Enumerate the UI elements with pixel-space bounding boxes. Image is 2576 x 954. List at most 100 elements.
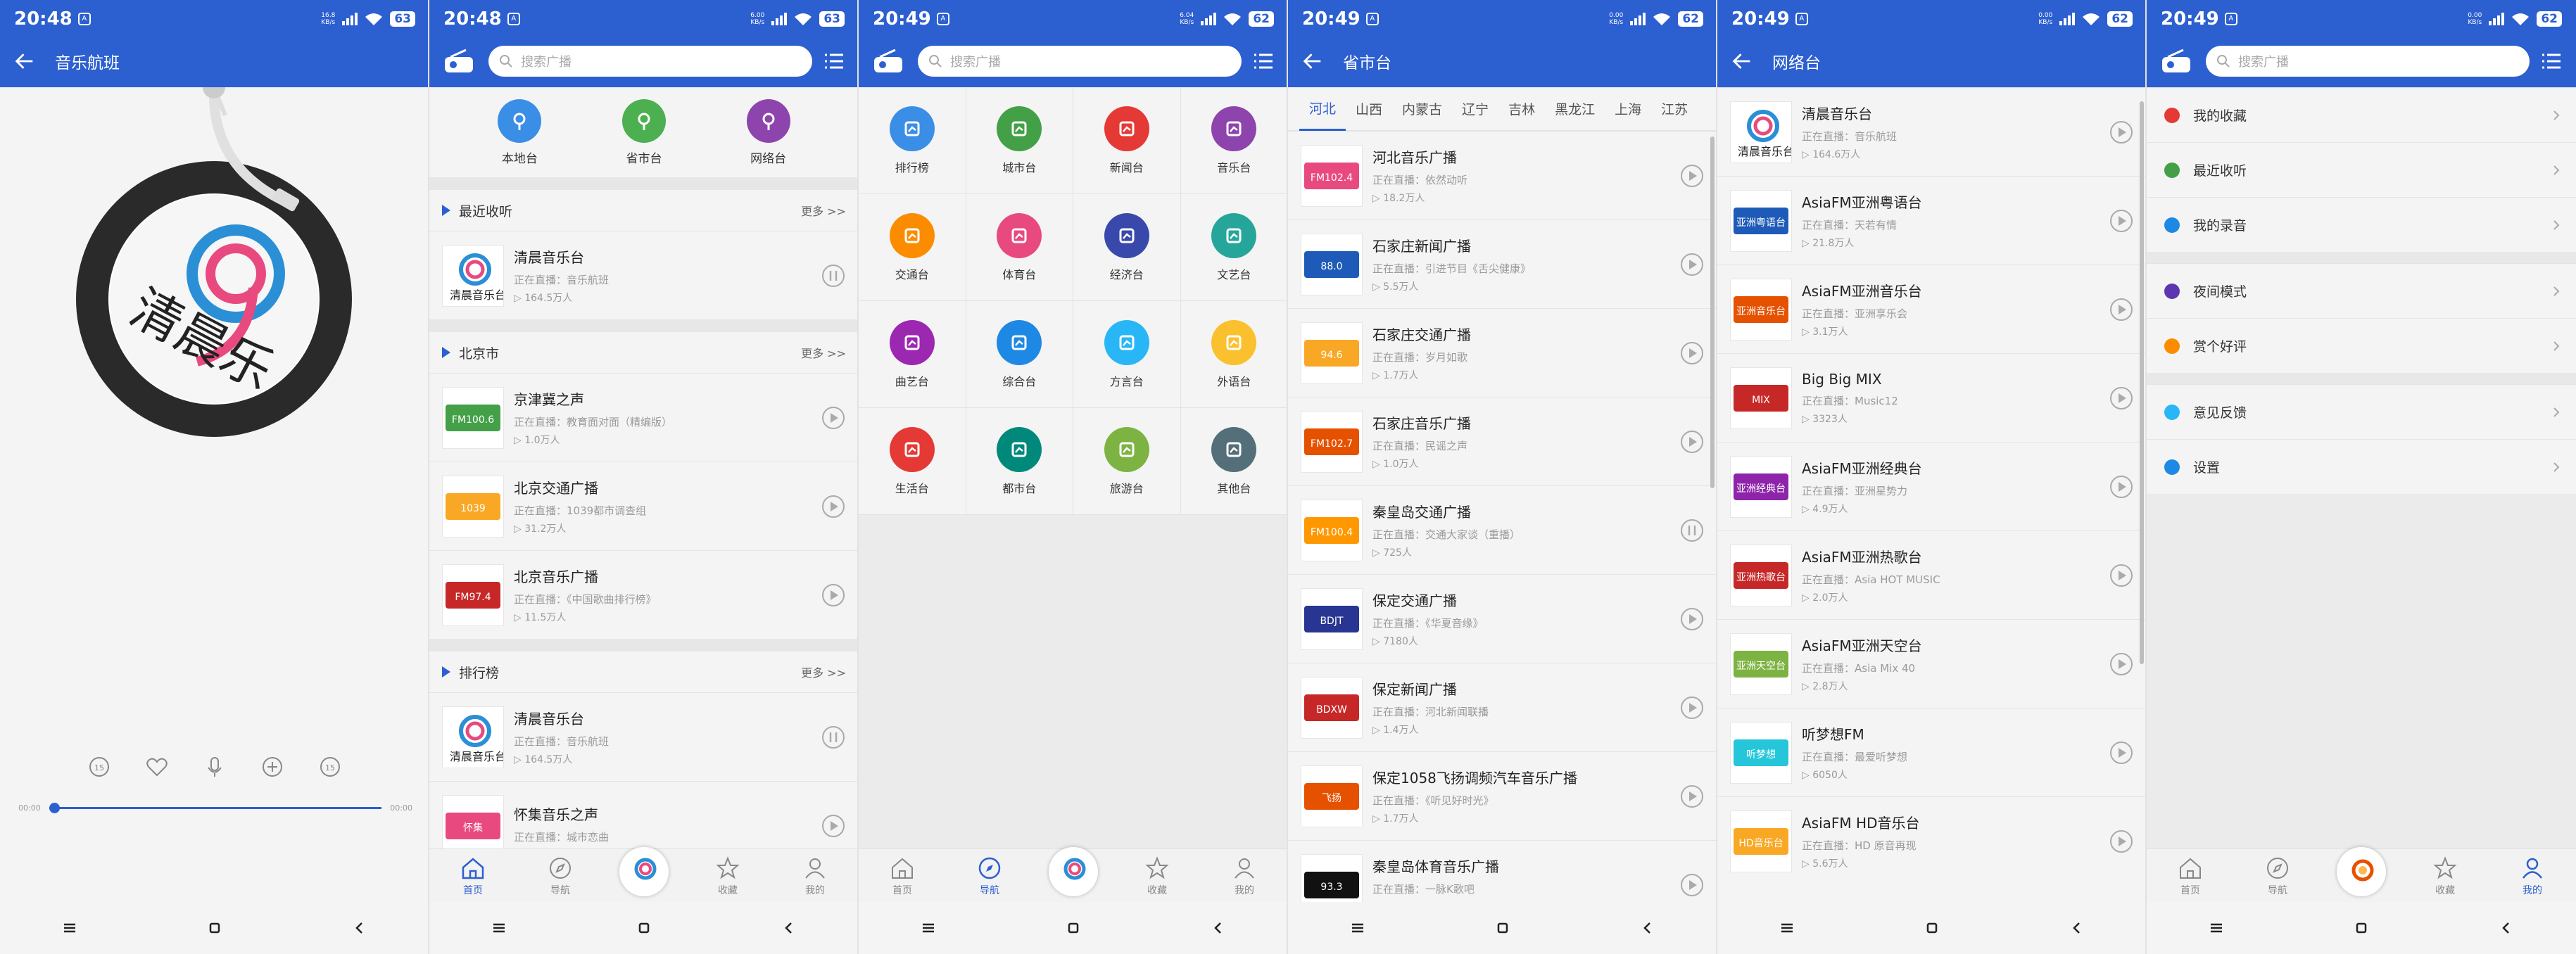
recents-icon[interactable] <box>2207 919 2225 937</box>
station-row[interactable]: BDJT 保定交通广播 正在直播：《华夏音缘》 ▷ 7180人 <box>1288 574 1716 663</box>
grid-item-opera[interactable]: 曲艺台 <box>859 301 966 408</box>
menu-item-heart[interactable]: 我的收藏 <box>2147 87 2576 142</box>
category-location[interactable]: 本地台 <box>498 98 542 166</box>
back-arrow-icon[interactable] <box>13 49 37 73</box>
home-icon[interactable] <box>2352 919 2370 937</box>
menu-list-icon[interactable] <box>2539 49 2563 73</box>
forward-15-icon[interactable]: 15 <box>317 754 343 780</box>
category-radio-wave[interactable]: 网络台 <box>746 98 790 166</box>
play-icon[interactable] <box>1679 695 1705 720</box>
station-row[interactable]: 亚洲天空台 AsiaFM亚洲天空台 正在直播：Asia Mix 40 ▷ 2.8万人 <box>1717 619 2145 708</box>
pause-icon[interactable] <box>821 263 846 288</box>
province-tab[interactable]: 河北 <box>1299 87 1346 131</box>
radio-icon[interactable] <box>871 47 905 75</box>
play-icon[interactable] <box>1679 429 1705 454</box>
station-row[interactable]: FM100.6 京津冀之声 正在直播：教育面对面（精编版） ▷ 1.0万人 <box>429 373 857 462</box>
play-icon[interactable] <box>821 813 846 839</box>
station-row[interactable]: 1039 北京交通广播 正在直播：1039都市调查组 ▷ 31.2万人 <box>429 462 857 550</box>
back-icon[interactable] <box>1639 919 1657 937</box>
progress-bar[interactable]: 00:00 00:00 <box>18 799 412 816</box>
menu-list-icon[interactable] <box>1251 49 1275 73</box>
grid-item-pen[interactable]: 文艺台 <box>1180 194 1287 301</box>
progress-track[interactable] <box>49 802 382 813</box>
station-row[interactable]: FM100.4 秦皇岛交通广播 正在直播：交通大家谈（重播） ▷ 725人 <box>1288 485 1716 574</box>
home-icon[interactable] <box>206 919 224 937</box>
play-icon[interactable] <box>2109 474 2134 500</box>
station-row[interactable]: 飞扬 保定1058飞扬调频汽车音乐广播 正在直播：《听见好时光》 ▷ 1.7万人 <box>1288 751 1716 840</box>
play-icon[interactable] <box>2109 120 2134 145</box>
search-input[interactable]: 搜索广播 <box>918 46 1242 77</box>
province-tab[interactable]: 上海 <box>1605 87 1651 131</box>
home-icon[interactable] <box>1923 919 1941 937</box>
grid-item-tv[interactable]: 综合台 <box>966 301 1073 408</box>
tab-home[interactable]: 首页 <box>2162 855 2218 897</box>
back-arrow-icon[interactable] <box>1301 49 1325 73</box>
station-row[interactable]: 清晨音乐台 清晨音乐台 正在直播：音乐航班 ▷ 164.5万人 <box>429 692 857 781</box>
grid-item-city[interactable]: 都市台 <box>966 408 1073 515</box>
menu-item-moon[interactable]: 夜间模式 <box>2147 263 2576 318</box>
tab-mine[interactable]: 我的 <box>2504 855 2561 897</box>
more-link[interactable]: 更多 >> <box>801 344 846 361</box>
back-icon[interactable] <box>1209 919 1227 937</box>
province-tab[interactable]: 内蒙古 <box>1392 87 1452 131</box>
grid-item-bank[interactable]: 城市台 <box>966 87 1073 194</box>
recents-icon[interactable] <box>1778 919 1796 937</box>
menu-item-thumb[interactable]: 赏个好评 <box>2147 318 2576 373</box>
tab-home[interactable]: 首页 <box>874 855 930 897</box>
station-row[interactable]: 亚洲音乐台 AsiaFM亚洲音乐台 正在直播：亚洲享乐会 ▷ 3.1万人 <box>1717 265 2145 353</box>
station-row[interactable]: 清晨音乐台 清晨音乐台 正在直播：音乐航班 ▷ 164.6万人 <box>1717 87 2145 176</box>
station-row[interactable]: 亚洲热歌台 AsiaFM亚洲热歌台 正在直播：Asia HOT MUSIC ▷ 2.0… <box>1717 530 2145 619</box>
tab-mine[interactable]: 我的 <box>1216 855 1273 897</box>
recents-icon[interactable] <box>61 919 79 937</box>
back-icon[interactable] <box>2497 919 2515 937</box>
grid-item-plane[interactable]: 旅游台 <box>1073 408 1181 515</box>
grid-item-cup[interactable]: 生活台 <box>859 408 966 515</box>
grid-item-economy[interactable]: 经济台 <box>1073 194 1181 301</box>
now-playing-button[interactable] <box>2337 846 2386 896</box>
back-icon[interactable] <box>2068 919 2086 937</box>
scrollbar[interactable] <box>2140 101 2144 664</box>
play-icon[interactable] <box>2109 208 2134 234</box>
province-tab[interactable]: 江苏 <box>1651 87 1698 131</box>
home-icon[interactable] <box>635 919 653 937</box>
play-icon[interactable] <box>1679 163 1705 189</box>
station-row[interactable]: FM97.4 北京音乐广播 正在直播：《中国歌曲排行榜》 ▷ 11.5万人 <box>429 550 857 639</box>
province-tab[interactable]: 辽宁 <box>1452 87 1498 131</box>
station-row[interactable]: FM102.7 石家庄音乐广播 正在直播：民谣之声 ▷ 1.0万人 <box>1288 397 1716 485</box>
grid-item-chart[interactable]: 排行榜 <box>859 87 966 194</box>
play-icon[interactable] <box>2109 563 2134 588</box>
more-link[interactable]: 更多 >> <box>801 202 846 219</box>
radio-icon[interactable] <box>442 47 476 75</box>
back-icon[interactable] <box>351 919 369 937</box>
pause-icon[interactable] <box>1679 518 1705 543</box>
station-row[interactable]: MIX Big Big MIX 正在直播：Music12 ▷ 3323人 <box>1717 353 2145 442</box>
play-icon[interactable] <box>821 583 846 608</box>
add-icon[interactable] <box>260 754 285 780</box>
station-row[interactable]: 听梦想 听梦想FM 正在直播：最爱听梦想 ▷ 6050人 <box>1717 708 2145 796</box>
menu-item-mic[interactable]: 我的录音 <box>2147 197 2576 252</box>
tab-fav[interactable]: 收藏 <box>1129 855 1185 897</box>
radio-icon[interactable] <box>2159 47 2193 75</box>
grid-item-sports[interactable]: 体育台 <box>966 194 1073 301</box>
station-row[interactable]: 亚洲经典台 AsiaFM亚洲经典台 正在直播：亚洲星势力 ▷ 4.9万人 <box>1717 442 2145 530</box>
grid-item-bell[interactable]: 方言台 <box>1073 301 1181 408</box>
home-icon[interactable] <box>1494 919 1512 937</box>
menu-item-edit[interactable]: 意见反馈 <box>2147 384 2576 439</box>
menu-item-clock[interactable]: 最近收听 <box>2147 142 2576 197</box>
station-row[interactable]: FM102.4 河北音乐广播 正在直播：依然动听 ▷ 18.2万人 <box>1288 131 1716 220</box>
recents-icon[interactable] <box>1349 919 1367 937</box>
grid-item-news[interactable]: 新闻台 <box>1073 87 1181 194</box>
play-icon[interactable] <box>2109 297 2134 322</box>
province-tab[interactable]: 黑龙江 <box>1545 87 1605 131</box>
play-icon[interactable] <box>2109 740 2134 765</box>
mic-icon[interactable] <box>202 754 227 780</box>
scrollbar[interactable] <box>1710 136 1715 488</box>
search-input[interactable]: 搜索广播 <box>488 46 812 77</box>
menu-item-settings[interactable]: 设置 <box>2147 439 2576 494</box>
play-icon[interactable] <box>1679 341 1705 366</box>
tab-fav[interactable]: 收藏 <box>2417 855 2473 897</box>
heart-icon[interactable] <box>144 754 170 780</box>
progress-thumb[interactable] <box>49 802 60 813</box>
play-icon[interactable] <box>1679 784 1705 809</box>
menu-list-icon[interactable] <box>822 49 846 73</box>
